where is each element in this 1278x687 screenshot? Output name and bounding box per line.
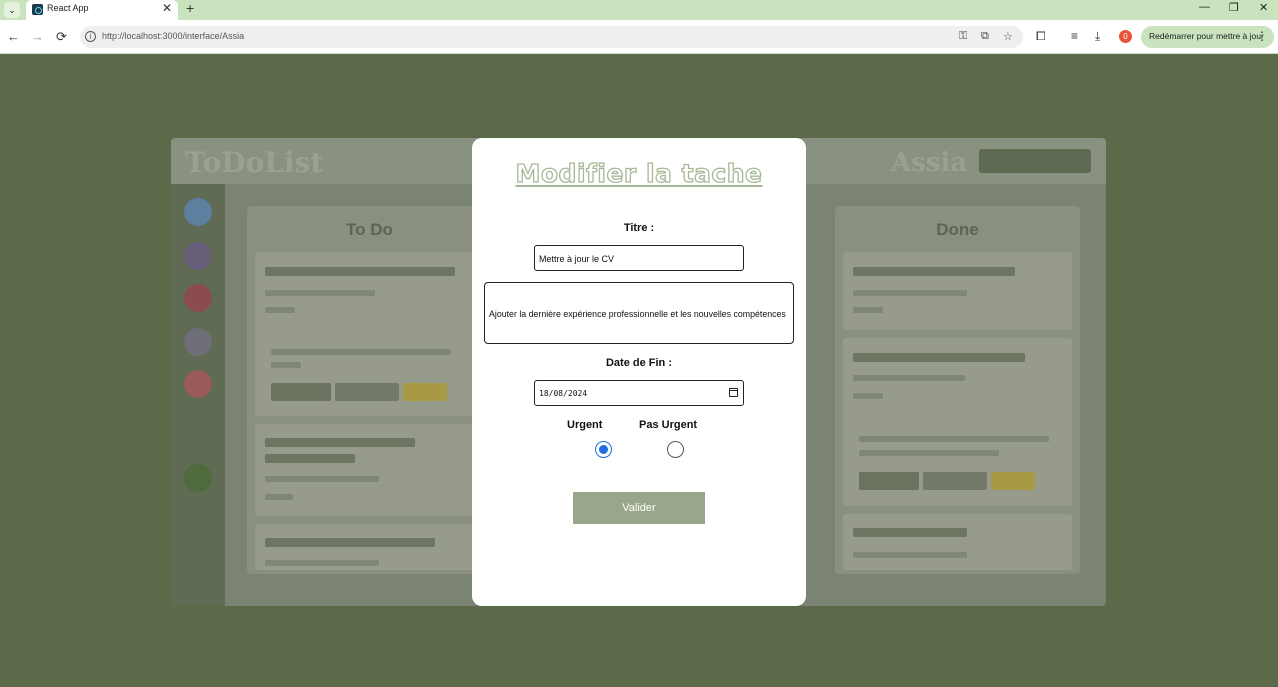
tab-search-button[interactable]: ⌄ [4, 2, 20, 18]
extensions-icon[interactable]: ⧠ [1036, 29, 1046, 44]
profile-avatar[interactable]: 0 [1119, 30, 1132, 43]
task-card [843, 338, 1072, 506]
end-date-value: 18/08/2024 [539, 389, 588, 398]
address-bar[interactable]: i http://localhost:3000/interface/Assia … [80, 26, 1023, 48]
done-column-title: Done [936, 220, 979, 239]
sidebar-item-icon [184, 328, 212, 356]
minimize-button[interactable]: — [1199, 1, 1210, 13]
react-favicon-icon [32, 4, 43, 15]
app-logo: ToDoList [185, 146, 324, 179]
bookmark-star-icon[interactable]: ☆ [1003, 30, 1013, 43]
sidebar-item-icon [184, 242, 212, 270]
task-card [255, 252, 484, 416]
submit-button[interactable]: Valider [573, 492, 705, 524]
urgent-radio[interactable] [595, 441, 612, 458]
close-window-button[interactable]: ✕ [1259, 1, 1268, 14]
sidebar-item-icon [184, 284, 212, 312]
forward-button[interactable]: → [31, 29, 44, 44]
password-key-icon[interactable]: ⚿ [959, 30, 967, 43]
todo-column: To Do [247, 206, 492, 574]
logout-button [979, 149, 1091, 173]
install-app-icon[interactable]: ⧉ [981, 30, 989, 43]
task-card [255, 424, 484, 516]
title-label: Titre : [623, 222, 655, 234]
done-column: Done [835, 206, 1080, 574]
task-card [843, 252, 1072, 330]
urgent-label: Urgent [567, 419, 603, 431]
app-sidebar [171, 184, 225, 606]
media-controls-icon[interactable]: ≡ [1071, 29, 1078, 43]
app-username: Assia [891, 148, 968, 178]
task-card [843, 514, 1072, 570]
sidebar-item-icon [184, 370, 212, 398]
end-date-input[interactable]: 18/08/2024 [534, 380, 744, 406]
not-urgent-radio[interactable] [667, 441, 684, 458]
reload-button[interactable]: ⟳ [56, 29, 67, 45]
sidebar-item-icon [184, 464, 212, 492]
todo-column-title: To Do [346, 220, 393, 239]
new-tab-button[interactable]: + [186, 0, 194, 16]
calendar-icon[interactable] [729, 388, 738, 397]
tab-title: React App [47, 3, 89, 13]
modal-title: Modifier la tache [515, 158, 763, 188]
not-urgent-label: Pas Urgent [639, 419, 698, 431]
site-info-icon[interactable]: i [85, 31, 96, 42]
tab-close-icon[interactable]: ✕ [162, 1, 172, 15]
browser-tab[interactable]: React App ✕ [26, 0, 178, 20]
edit-task-modal: Modifier la tache Titre : Mettre à jour … [472, 138, 806, 606]
description-textarea[interactable]: Ajouter la dernière expérience professio… [484, 282, 794, 344]
update-browser-button[interactable]: Redémarrer pour mettre à jour ⋮ [1141, 26, 1274, 48]
back-button[interactable]: ← [7, 29, 20, 44]
sidebar-avatar-icon [184, 198, 212, 226]
browser-tab-bar: ⌄ React App ✕ + — ❐ ✕ [0, 0, 1278, 20]
url-text: http://localhost:3000/interface/Assia [102, 31, 245, 41]
end-date-label: Date de Fin : [605, 357, 672, 369]
restore-button[interactable]: ❐ [1229, 1, 1239, 14]
browser-toolbar: ← → ⟳ i http://localhost:3000/interface/… [0, 20, 1278, 54]
downloads-icon[interactable]: ⤓ [1095, 29, 1100, 44]
browser-menu-icon[interactable]: ⋮ [1256, 29, 1268, 43]
update-button-label: Redémarrer pour mettre à jour [1149, 31, 1264, 41]
task-card [255, 524, 484, 570]
title-input[interactable]: Mettre à jour le CV [534, 245, 744, 271]
